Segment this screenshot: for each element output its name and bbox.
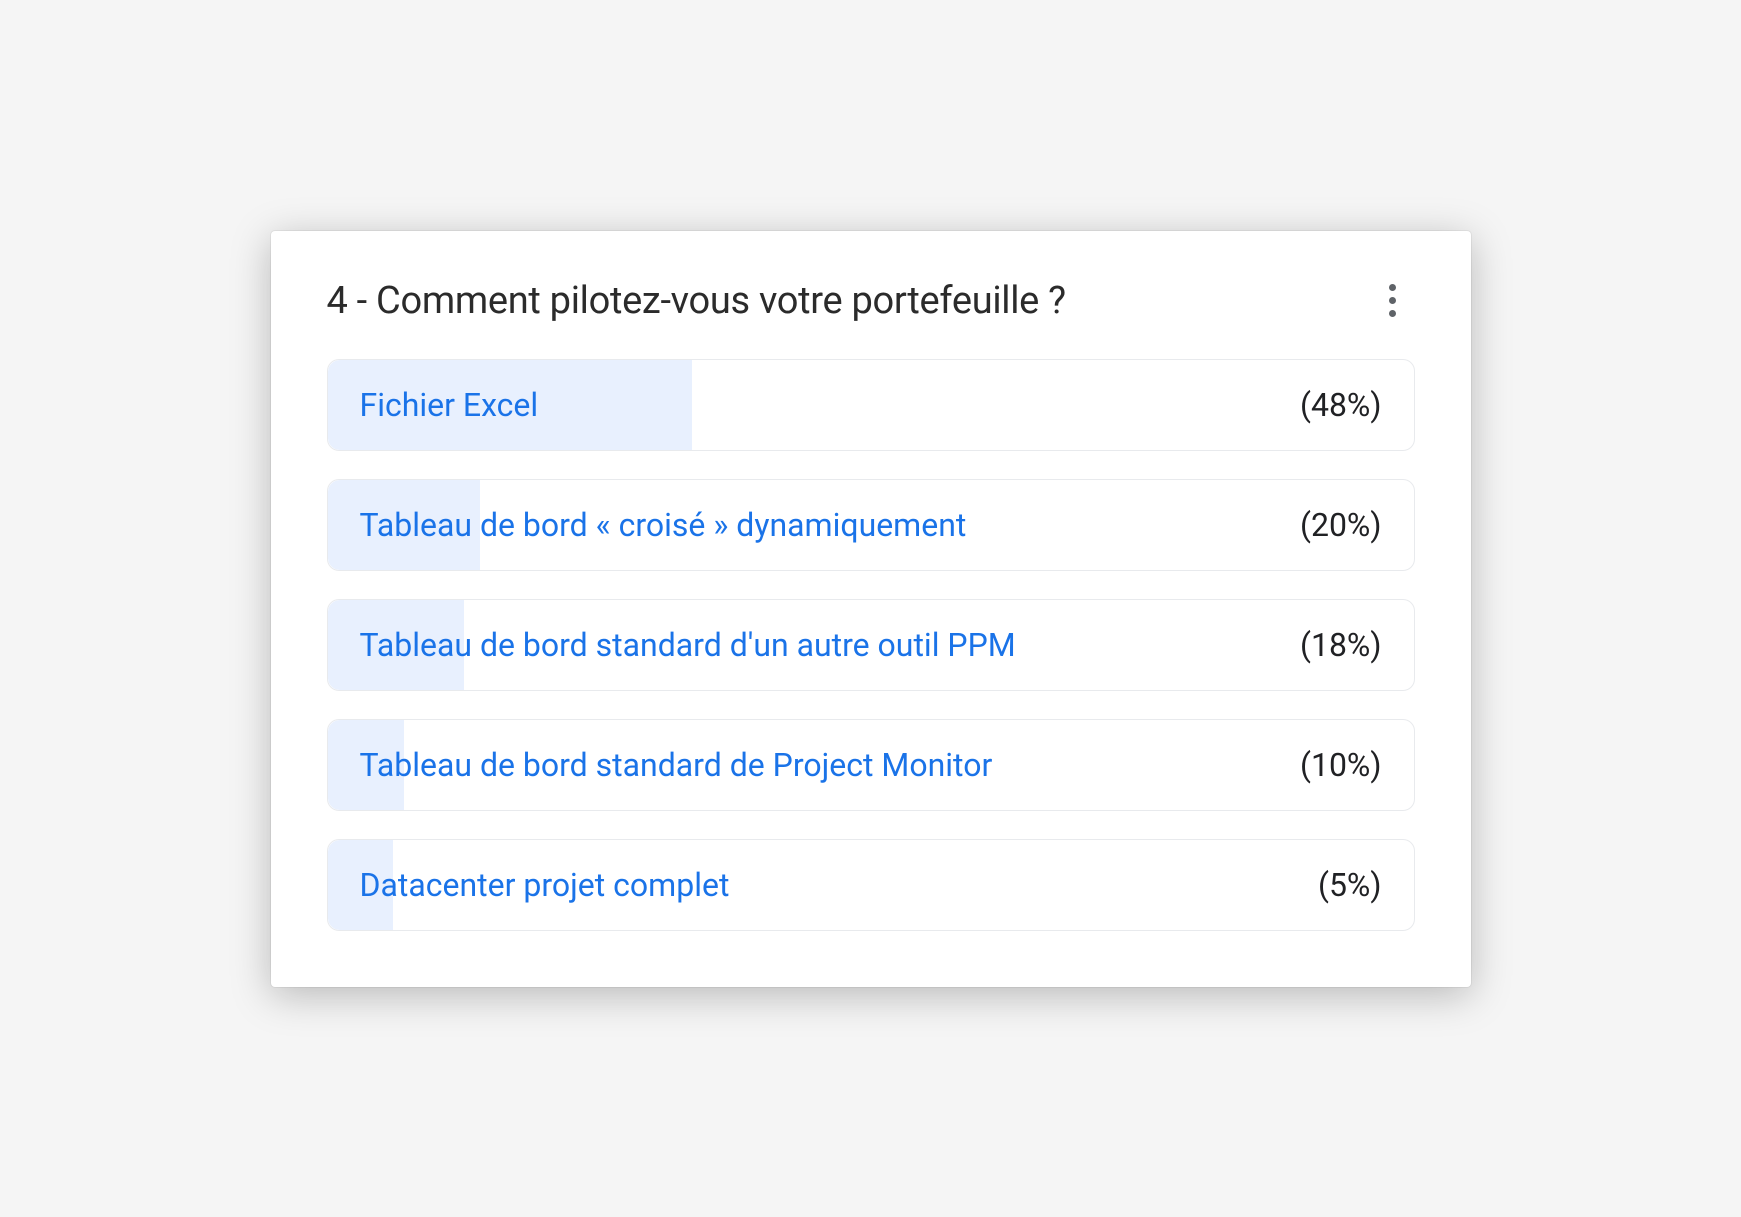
poll-options: Fichier Excel (48%) Tableau de bord « cr… xyxy=(327,359,1415,931)
poll-option-label: Fichier Excel xyxy=(360,386,539,424)
poll-option[interactable]: Datacenter projet complet (5%) xyxy=(327,839,1415,931)
poll-option-percent: (10%) xyxy=(1300,746,1382,784)
poll-option[interactable]: Tableau de bord standard d'un autre outi… xyxy=(327,599,1415,691)
more-vertical-icon xyxy=(1389,284,1396,291)
poll-option-percent: (48%) xyxy=(1300,386,1382,424)
poll-option-percent: (5%) xyxy=(1318,866,1382,904)
poll-option[interactable]: Tableau de bord standard de Project Moni… xyxy=(327,719,1415,811)
poll-header: 4 - Comment pilotez-vous votre portefeui… xyxy=(327,279,1415,323)
poll-option-percent: (20%) xyxy=(1300,506,1382,544)
poll-option-label: Datacenter projet complet xyxy=(360,866,730,904)
poll-option-percent: (18%) xyxy=(1300,626,1382,664)
more-options-button[interactable] xyxy=(1371,279,1415,323)
poll-title: 4 - Comment pilotez-vous votre portefeui… xyxy=(327,279,1066,323)
poll-option[interactable]: Tableau de bord « croisé » dynamiquement… xyxy=(327,479,1415,571)
poll-option-label: Tableau de bord standard de Project Moni… xyxy=(360,746,993,784)
poll-option-label: Tableau de bord « croisé » dynamiquement xyxy=(360,506,967,544)
poll-option[interactable]: Fichier Excel (48%) xyxy=(327,359,1415,451)
poll-option-label: Tableau de bord standard d'un autre outi… xyxy=(360,626,1016,664)
poll-card: 4 - Comment pilotez-vous votre portefeui… xyxy=(271,231,1471,987)
